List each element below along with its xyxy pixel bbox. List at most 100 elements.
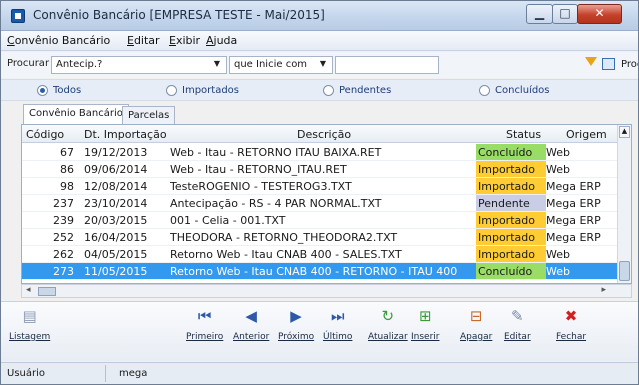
cell-status: Importado (476, 246, 546, 262)
search-label: Procurar (7, 58, 50, 69)
cell-data: 20/03/2015 (84, 214, 148, 227)
table-row[interactable]: 98 12/08/2014 TesteROGENIO - TESTEROG3.TXT… (22, 178, 631, 195)
radio-todos[interactable] (37, 85, 48, 96)
cell-descricao: 001 - Celia - 001.TXT (170, 214, 286, 227)
maximize-button[interactable]: □ (552, 4, 578, 24)
search-input[interactable] (335, 56, 439, 74)
cell-codigo: 86 (60, 163, 74, 176)
table-row[interactable]: 86 09/06/2014 Web - Itau - RETORNO_ITAU.RE… (22, 161, 631, 178)
table-row[interactable]: 237 23/10/2014 Antecipação - RS - 4 PAR NO… (22, 195, 631, 212)
cell-codigo: 98 (60, 180, 74, 193)
cell-codigo: 67 (60, 146, 74, 159)
radio-importados[interactable] (166, 85, 177, 96)
report-icon: ▤ (22, 307, 37, 325)
table-row[interactable]: 262 04/05/2015 Retorno Web - Itau CNAB 400… (22, 246, 631, 263)
delete-button[interactable]: ⊟ Apagar (460, 308, 492, 342)
toolbar-label: Anterior (233, 332, 270, 342)
radio-pendentes-label[interactable]: Pendentes (339, 85, 391, 96)
cell-codigo: 262 (53, 248, 74, 261)
window-title: Convênio Bancário [EMPRESA TESTE - Mai/2… (33, 8, 325, 22)
cell-descricao: Web - Itau - RETORNO_ITAU.RET (170, 163, 347, 176)
cell-status: Concluído (476, 263, 546, 279)
column-header-data[interactable]: Dt. Importação (84, 128, 167, 141)
cell-origem: Mega ERP (546, 214, 601, 227)
radio-concluidos[interactable] (479, 85, 490, 96)
column-header-codigo[interactable]: Código (26, 128, 64, 141)
cell-status: Importado (476, 229, 546, 245)
scroll-right-icon[interactable]: ▸ (601, 285, 606, 295)
cell-descricao: Web - Itau - RETORNO ITAU BAIXA.RET (170, 146, 382, 159)
toolbar-label: Próximo (278, 332, 315, 342)
search-mode-select[interactable]: que Inicie com ▼ (229, 56, 333, 74)
column-header-descricao[interactable]: Descrição (297, 128, 351, 141)
hscroll-thumb[interactable] (38, 287, 56, 296)
insert-button[interactable]: ⊞ Inserir (411, 308, 440, 342)
cell-descricao: Retorno Web - Itau CNAB 400 - RETORNO - … (170, 265, 458, 278)
cell-descricao: TesteROGENIO - TESTEROG3.TXT (170, 180, 352, 193)
grid-header: Código Dt. Importação Descrição Status O… (22, 125, 631, 143)
menu-editar[interactable]: Editar (127, 34, 160, 47)
cell-status: Concluído (476, 144, 546, 160)
table-row[interactable]: 239 20/03/2015 001 - Celia - 001.TXT Import… (22, 212, 631, 229)
prev-button[interactable]: ◀ Anterior (233, 308, 269, 342)
next-button[interactable]: ▶ Próximo (278, 308, 314, 342)
horizontal-scrollbar[interactable]: ◂ ▸ (21, 284, 632, 298)
tab-parcelas[interactable]: Parcelas (122, 106, 176, 124)
menu-exibir[interactable]: Exibir (169, 34, 200, 47)
cell-codigo: 252 (53, 231, 74, 244)
scroll-thumb[interactable] (619, 261, 630, 281)
toolbar-label: Primeiro (186, 332, 224, 342)
first-button[interactable]: ⏮ Primeiro (186, 308, 223, 342)
cell-origem: Web (546, 248, 570, 261)
toolbar-label: Listagem (9, 332, 51, 342)
cell-origem: Web (546, 146, 570, 159)
toolbar-label: Atualizar (368, 332, 408, 342)
column-header-origem[interactable]: Origem (566, 128, 614, 141)
cell-origem: Mega ERP (546, 231, 601, 244)
edit-icon: ✎ (511, 307, 524, 325)
scroll-left-icon[interactable]: ◂ (26, 285, 31, 295)
tab-bar: Convênio Bancário Parcelas (1, 104, 638, 125)
title-bar[interactable]: Convênio Bancário [EMPRESA TESTE - Mai/2… (1, 1, 638, 31)
chevron-down-icon: ▼ (213, 59, 220, 68)
menu-ajuda[interactable]: Ajuda (206, 34, 237, 47)
cell-codigo: 237 (53, 197, 74, 210)
action-toolbar: ▤ Listagem ⏮ Primeiro ◀ Anterior ▶ Próximo ⏭ Últi… (1, 301, 638, 361)
refresh-icon: ↻ (381, 307, 395, 325)
prev-icon: ◀ (245, 307, 257, 325)
delete-icon: ⊟ (469, 307, 483, 325)
cell-data: 23/10/2014 (84, 197, 148, 210)
data-grid: Código Dt. Importação Descrição Status O… (21, 124, 632, 284)
close-button[interactable]: ✖ Fechar (556, 308, 586, 342)
radio-concluidos-label[interactable]: Concluídos (495, 85, 550, 96)
chevron-down-icon: ▼ (319, 59, 326, 68)
vertical-scrollbar[interactable]: ▲ (617, 125, 631, 283)
cell-descricao: THEODORA - RETORNO_THEODORA2.TXT (170, 231, 398, 244)
radio-importados-label[interactable]: Importados (182, 85, 239, 96)
column-header-status[interactable]: Status (506, 128, 541, 141)
report-button[interactable]: ▤ Listagem (9, 308, 50, 342)
radio-todos-label[interactable]: Todos (53, 85, 81, 96)
last-button[interactable]: ⏭ Último (323, 308, 352, 342)
search-icon[interactable] (602, 58, 615, 70)
menu-convenio[interactable]: Convênio Bancário (7, 34, 110, 47)
radio-pendentes[interactable] (323, 85, 334, 96)
edit-button[interactable]: ✎ Editar (504, 308, 531, 342)
cell-status: Importado (476, 212, 546, 228)
refresh-button[interactable]: ↻ Atualizar (368, 308, 408, 342)
tab-convenio[interactable]: Convênio Bancário (23, 104, 129, 125)
close-icon: ✖ (564, 307, 578, 325)
status-separator (105, 365, 106, 382)
search-field-select[interactable]: Antecip.? ▼ (51, 56, 227, 74)
filter-icon[interactable] (585, 57, 597, 66)
table-row[interactable]: 67 19/12/2013 Web - Itau - RETORNO ITAU BA… (22, 144, 631, 161)
table-row[interactable]: 252 16/04/2015 THEODORA - RETORNO_THEODORA… (22, 229, 631, 246)
cell-codigo: 273 (53, 265, 74, 278)
minimize-button[interactable]: ▁ (526, 4, 553, 24)
cell-origem: Mega ERP (546, 180, 601, 193)
search-button[interactable]: Procurar (621, 59, 638, 70)
cell-descricao: Antecipação - RS - 4 PAR NORMAL.TXT (170, 197, 382, 210)
scroll-up-icon[interactable]: ▲ (619, 126, 630, 138)
table-row[interactable]: 273 11/05/2015 Retorno Web - Itau CNAB 400… (22, 263, 631, 280)
close-window-button[interactable]: ✕ (577, 4, 622, 24)
